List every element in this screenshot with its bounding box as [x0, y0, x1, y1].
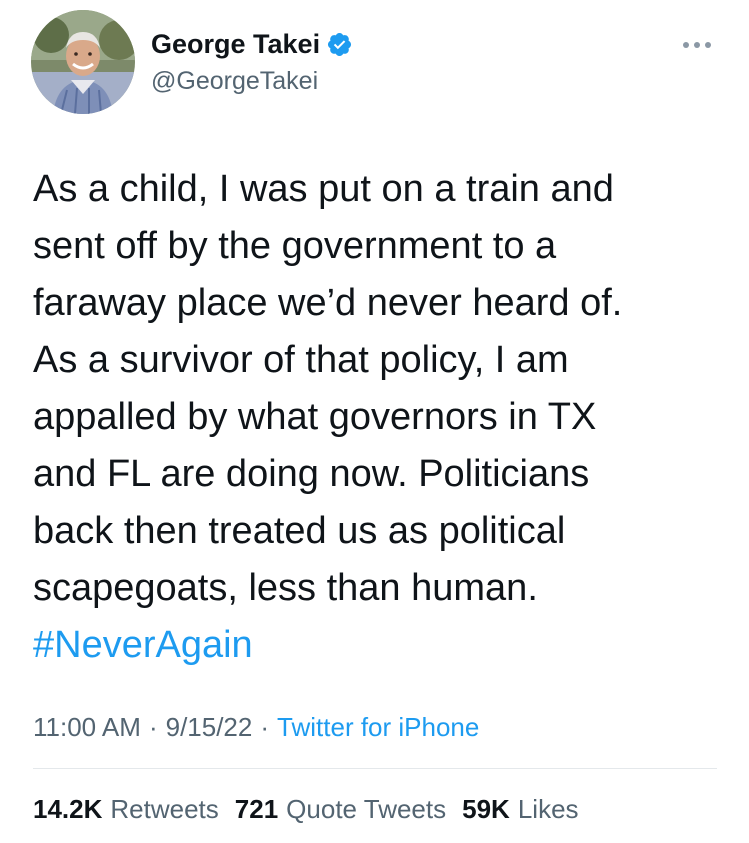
meta-separator: ·	[260, 712, 270, 742]
likes-stat[interactable]: 59K Likes	[462, 793, 578, 825]
tweet-date[interactable]: 9/15/22	[166, 712, 253, 742]
retweets-label: Retweets	[110, 794, 219, 824]
author-name-row[interactable]: George Takei	[151, 28, 353, 60]
tweet-line: faraway place we’d never heard of.	[33, 282, 623, 324]
tweet-line: scapegoats, less than human.	[33, 567, 538, 609]
tweet-time[interactable]: 11:00 AM	[33, 712, 141, 742]
retweets-count: 14.2K	[33, 794, 103, 824]
meta-separator: ·	[148, 712, 158, 742]
tweet-line: As a survivor of that policy, I am	[33, 339, 569, 381]
author-display-name[interactable]: George Takei	[151, 28, 320, 60]
verified-badge-icon	[326, 31, 353, 58]
tweet-line: and FL are doing now. Politicians	[33, 453, 590, 495]
tweet-line: sent off by the government to a	[33, 225, 557, 267]
tweet-source-link[interactable]: Twitter for iPhone	[277, 712, 479, 742]
tweet-stats: 14.2K Retweets 721 Quote Tweets 59K Like…	[33, 793, 579, 825]
tweet-line: As a child, I was put on a train and	[33, 168, 614, 210]
tweet-text: As a child, I was put on a train and sen…	[33, 161, 723, 674]
author-handle[interactable]: @GeorgeTakei	[151, 66, 318, 96]
likes-label: Likes	[517, 794, 579, 824]
likes-count: 59K	[462, 794, 510, 824]
quote-tweets-label: Quote Tweets	[286, 794, 447, 824]
more-options-icon[interactable]	[681, 37, 713, 48]
divider	[33, 768, 717, 769]
tweet-line: appalled by what governors in TX	[33, 396, 597, 438]
avatar[interactable]	[31, 10, 135, 114]
tweet-meta: 11:00 AM · 9/15/22 · Twitter for iPhone	[33, 711, 479, 743]
retweets-stat[interactable]: 14.2K Retweets	[33, 793, 219, 825]
quote-tweets-stat[interactable]: 721 Quote Tweets	[235, 793, 446, 825]
quote-tweets-count: 721	[234, 794, 279, 824]
profile-photo	[31, 10, 135, 114]
hashtag-link[interactable]: #NeverAgain	[33, 617, 723, 674]
tweet-line: back then treated us as political	[33, 510, 566, 552]
